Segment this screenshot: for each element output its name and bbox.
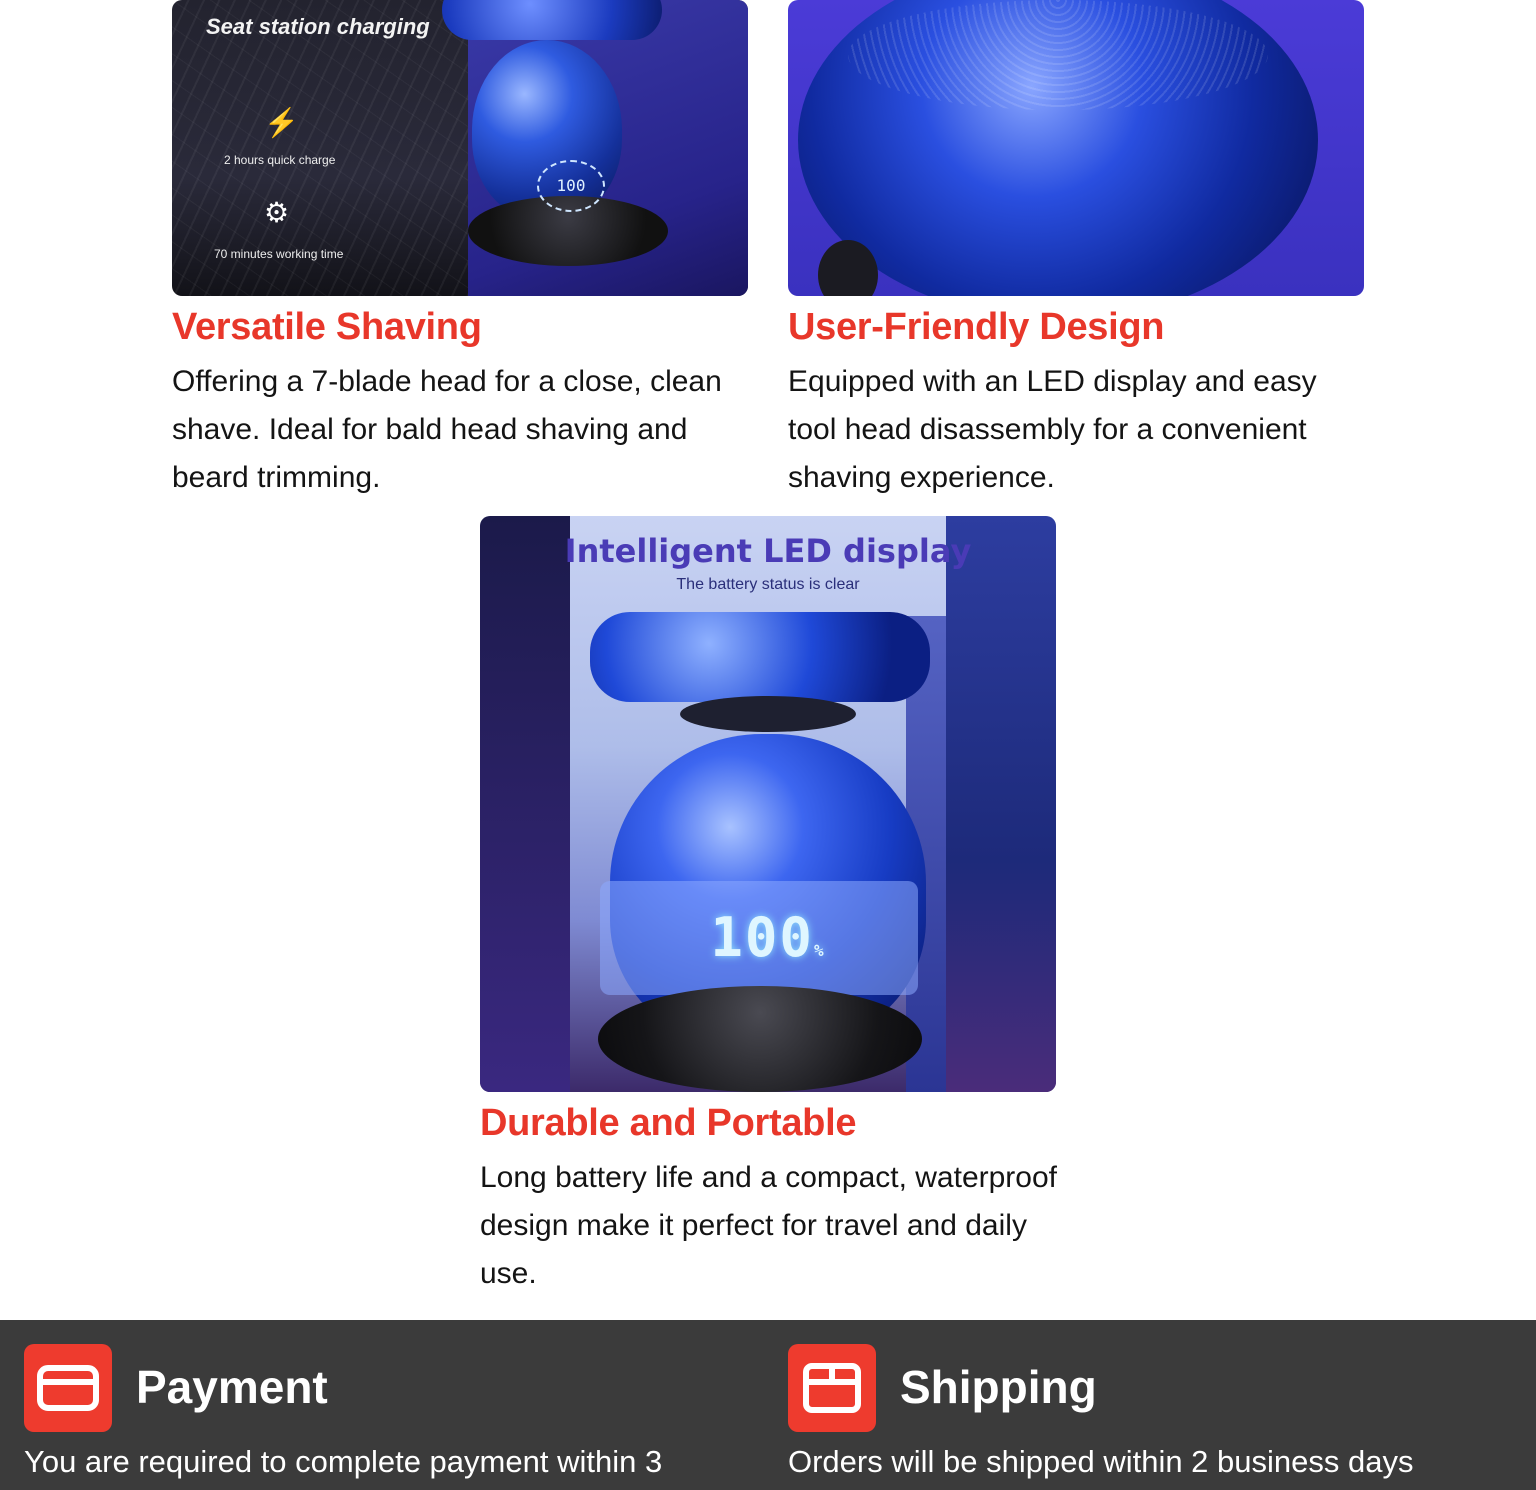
- shaver-neck: [680, 696, 856, 732]
- image-heading: Intelligent LED display: [564, 532, 972, 570]
- led-unit: %: [813, 941, 826, 960]
- feature-title: Durable and Portable: [480, 1102, 857, 1144]
- credit-card-icon: [24, 1344, 112, 1432]
- feature-description: Long battery life and a compact, waterpr…: [480, 1161, 1058, 1290]
- feature-image-led: Intelligent LED display The battery stat…: [480, 516, 1056, 1092]
- image-subheading: The battery status is clear: [676, 576, 860, 593]
- payment-text: You are required to complete payment wit…: [24, 1444, 663, 1479]
- working-time-label: 70 minutes working time: [214, 247, 344, 261]
- feature-image-charging: 100 Seat station charging ⚡ 2 hours quic…: [172, 0, 748, 296]
- payment-title: Payment: [136, 1361, 328, 1413]
- feature-title: User-Friendly Design: [788, 306, 1165, 348]
- shipping-text: Orders will be shipped within 2 business…: [788, 1444, 1414, 1479]
- led-display: 100: [537, 160, 605, 212]
- package-box-icon: [788, 1344, 876, 1432]
- quick-charge-icon: ⚡: [264, 107, 299, 138]
- feature-title: Versatile Shaving: [172, 306, 482, 348]
- ribbed-ring: [848, 0, 1268, 110]
- charging-base: [598, 986, 922, 1092]
- backdrop-panel: [946, 516, 1056, 1092]
- image-heading: Seat station charging: [206, 14, 430, 39]
- shipping-title: Shipping: [900, 1361, 1097, 1413]
- led-value: 100: [710, 906, 814, 969]
- feature-image-closeup: [788, 0, 1364, 296]
- shaver-heads: [442, 0, 662, 40]
- charge-time-label: 2 hours quick charge: [224, 153, 336, 167]
- shaver-heads: [590, 612, 930, 702]
- led-display: 100%: [480, 906, 1056, 969]
- backdrop-panel: [480, 516, 570, 1092]
- gears-icon: ⚙: [264, 197, 290, 228]
- feature-description: Equipped with an LED display and easy to…: [788, 365, 1317, 494]
- feature-description: Offering a 7-blade head for a close, cle…: [172, 365, 722, 494]
